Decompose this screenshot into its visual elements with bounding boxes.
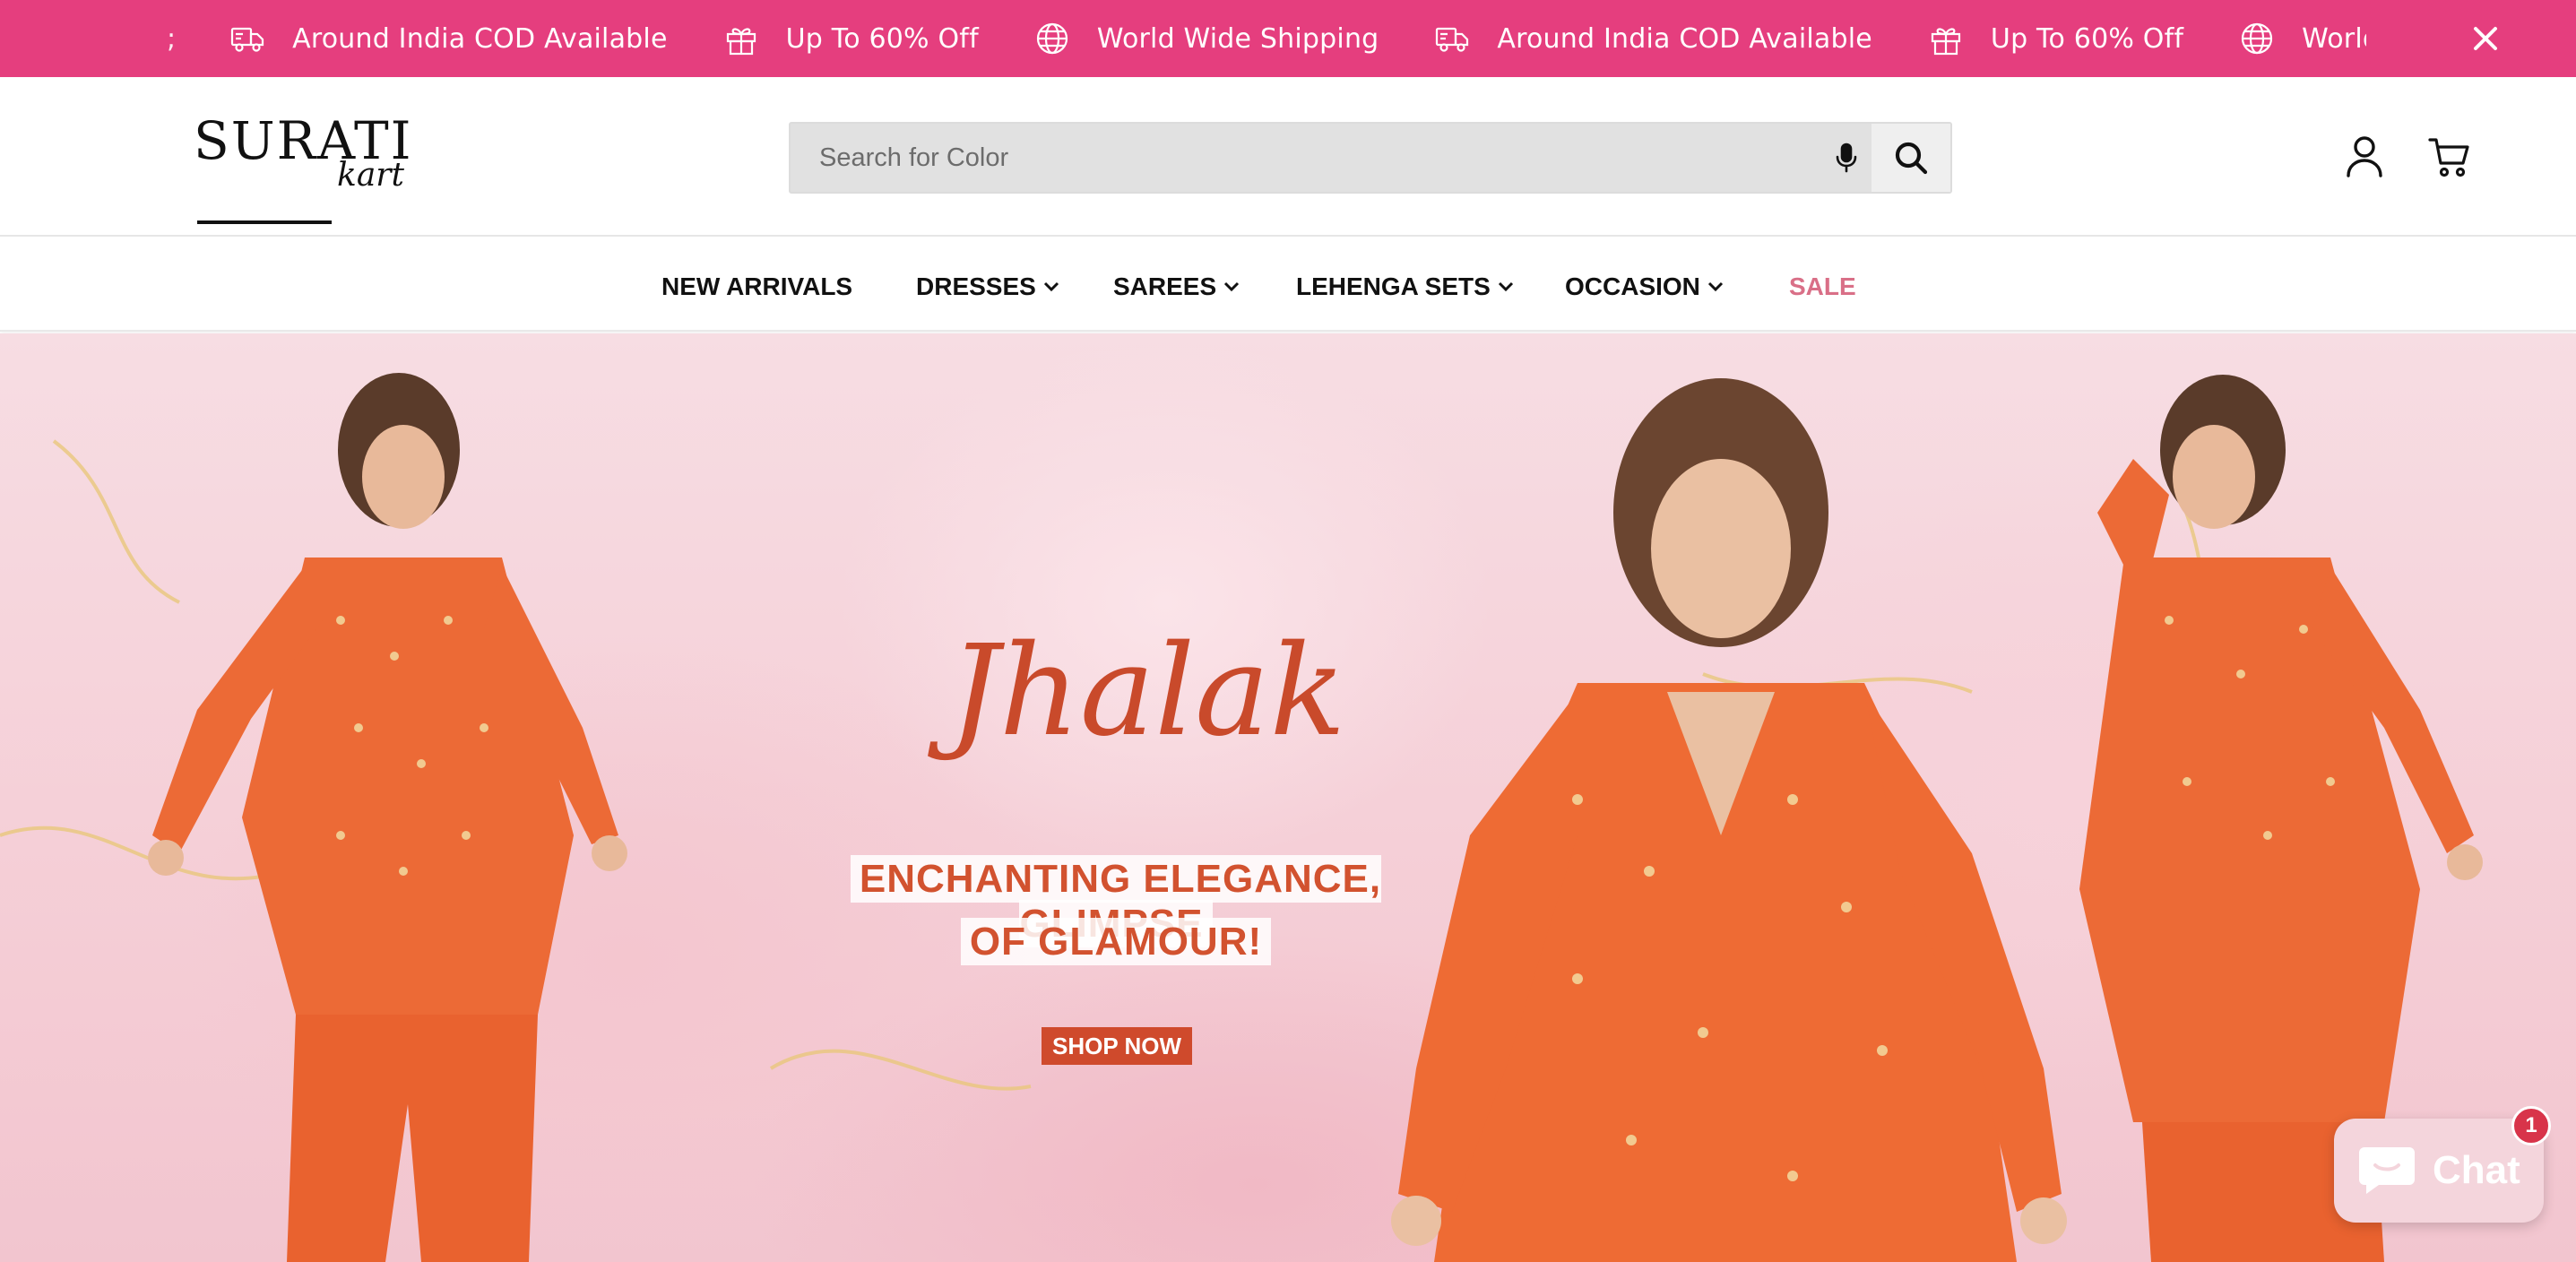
nav-item-occasion[interactable]: OCCASION [1565,269,1724,305]
announcement-item: World Wide Shipping [1034,21,1379,56]
chat-widget-button[interactable]: Chat [2334,1119,2544,1223]
main-navigation: NEW ARRIVALS DRESSES SAREES LEHENGA SETS… [0,238,2576,332]
hero-illustration [0,373,2483,1262]
microphone-icon[interactable] [1828,140,1864,176]
search-button[interactable] [1871,124,1950,192]
hero-script-title: Jhalak [948,618,1346,765]
announcement-item: Up To 60% Off [1928,21,2183,56]
nav-item-label: DRESSES [916,272,1036,300]
delivery-truck-icon [231,27,264,52]
chevron-down-icon [1043,281,1059,292]
search-icon [1895,142,1928,175]
nav-item-label: SALE [1789,272,1856,300]
announcement-text: Up To 60% Off [785,22,979,55]
announcement-edge-fragment: ; [167,22,177,55]
nav-item-dresses[interactable]: DRESSES [916,269,1059,305]
announcement-bar: ; Around India COD Available Up To 60% O… [0,0,2576,77]
announcement-text: Around India COD Available [1497,22,1872,55]
chevron-down-icon [1707,281,1723,292]
chat-unread-badge: 1 [2511,1106,2551,1145]
hero-tagline-text: OF GLAMOUR! [960,918,1272,965]
close-icon [2474,27,2497,50]
announcement-item: Around India COD Available [229,21,668,56]
globe-icon [2242,22,2273,55]
gift-icon [726,28,756,56]
user-icon[interactable] [2341,133,2388,179]
cart-icon[interactable] [2427,134,2472,179]
nav-item-label: NEW ARRIVALS [661,272,853,300]
site-header: SURATI kart [0,77,2576,237]
model-left [148,373,627,1262]
search-bar [789,122,1952,194]
announcement-track: ; Around India COD Available Up To 60% O… [0,0,2366,77]
nav-item-new-arrivals[interactable]: NEW ARRIVALS [661,269,852,305]
delivery-truck-icon [1436,27,1469,52]
announcement-text: World Wide Shipping [2302,22,2366,55]
announcement-text: Up To 60% Off [1990,22,2184,55]
nav-item-sale[interactable]: SALE [1789,269,1856,305]
announcement-item: Around India COD Available [1434,21,1872,56]
announcement-text: Around India COD Available [292,22,668,55]
shop-now-button[interactable]: SHOP NOW [1042,1027,1192,1065]
announcement-text: World Wide Shipping [1096,22,1379,55]
hero-tagline-line2: OF GLAMOUR! [789,918,1443,965]
nav-item-label: OCCASION [1565,272,1700,300]
nav-item-lehenga-sets[interactable]: LEHENGA SETS [1296,269,1514,305]
announcement-item: World Wide Shipping [2239,21,2366,56]
chat-label: Chat [2433,1148,2520,1192]
nav-item-label: SAREES [1113,272,1217,300]
hero-banner[interactable]: Jhalak ENCHANTING ELEGANCE, GLIMPSE OF G… [0,333,2576,1262]
chevron-down-icon [1224,281,1240,292]
chevron-down-icon [1498,281,1513,292]
nav-item-sarees[interactable]: SAREES [1113,269,1240,305]
gift-icon [1931,28,1961,56]
search-input[interactable] [791,124,1821,192]
site-logo[interactable]: SURATI kart [194,115,418,224]
announcement-item: Up To 60% Off [723,21,979,56]
logo-underline [197,220,332,224]
model-center [1391,378,2067,1262]
globe-icon [1036,22,1068,55]
announcement-close-button[interactable] [2467,20,2504,57]
logo-subtext: kart [337,157,404,194]
nav-item-label: LEHENGA SETS [1296,272,1491,300]
chat-bubble-icon [2359,1147,2415,1194]
